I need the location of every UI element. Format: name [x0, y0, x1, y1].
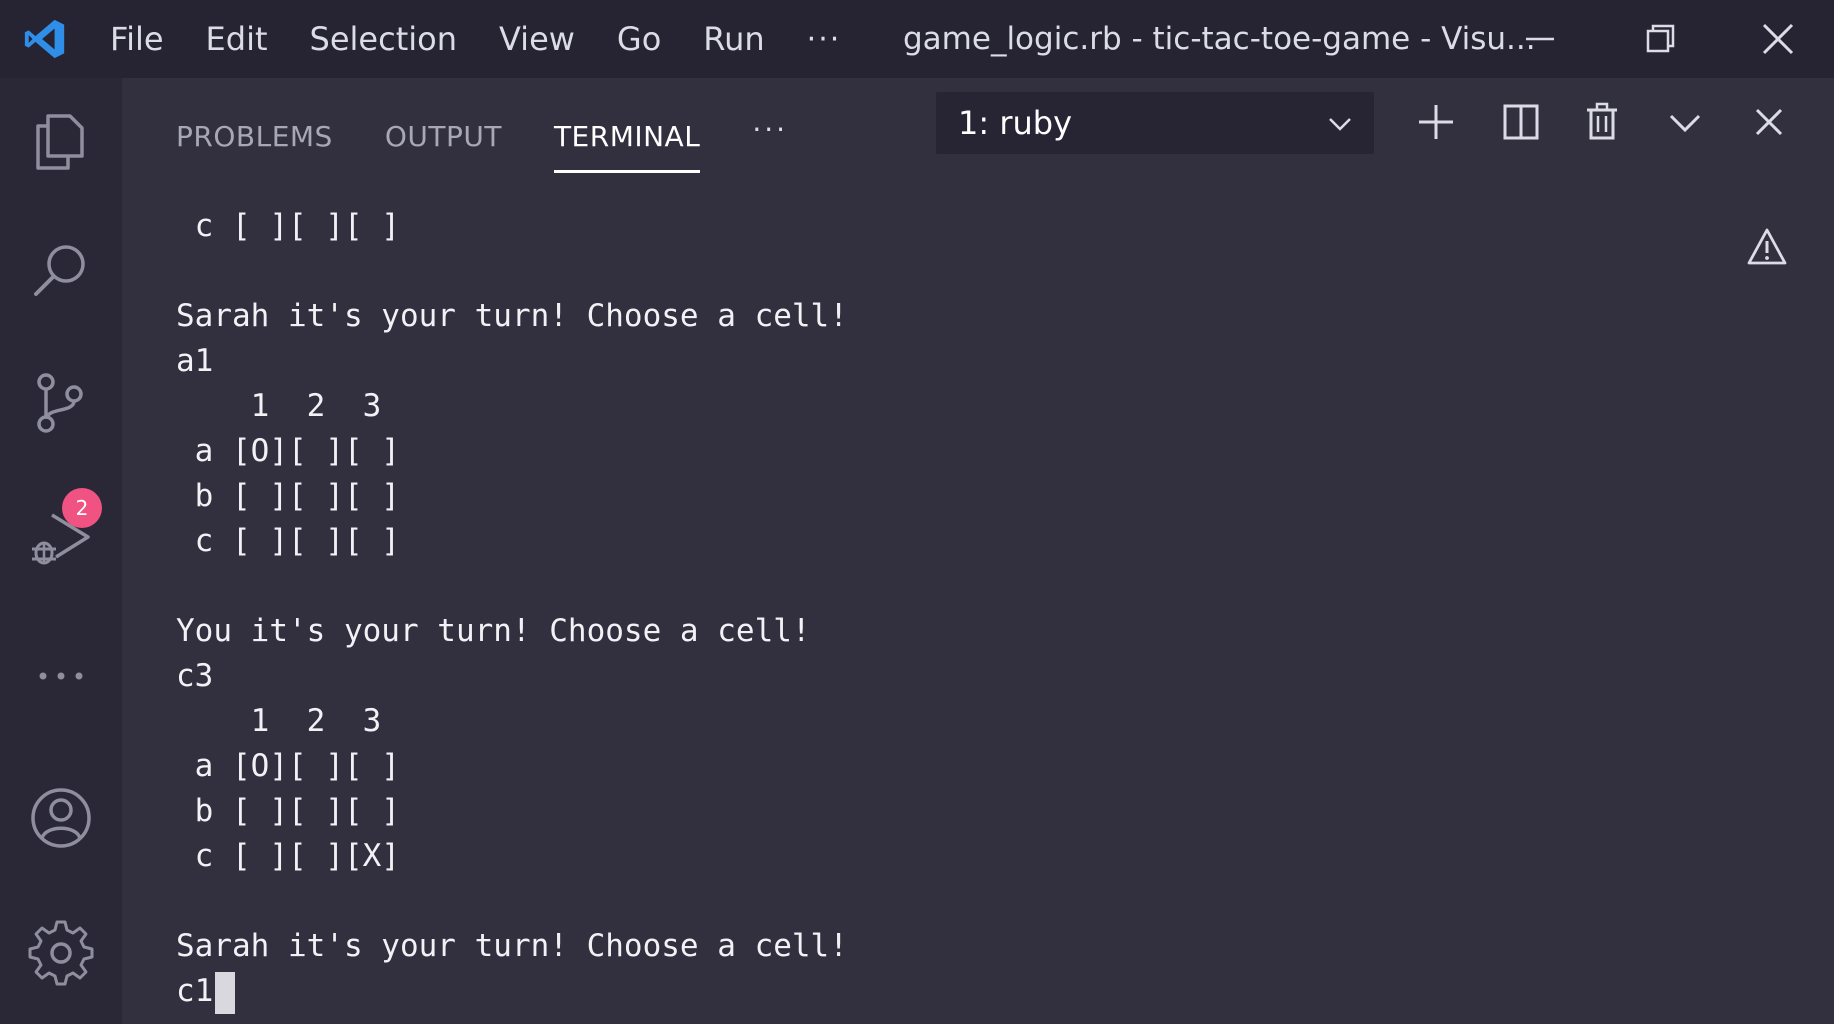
panel-more-icon[interactable]: ···: [752, 113, 788, 146]
terminal-panel: PROBLEMS OUTPUT TERMINAL ··· 1: ruby c […: [122, 78, 1834, 1024]
terminal-line: Sarah it's your turn! Choose a cell!: [176, 298, 848, 334]
warning-icon[interactable]: [1746, 226, 1788, 268]
more-icon[interactable]: [26, 641, 96, 711]
trash-icon[interactable]: [1580, 100, 1624, 144]
terminal-input-text: c1: [176, 973, 214, 1009]
terminal-input-line[interactable]: c1: [176, 969, 1676, 1014]
new-terminal-plus-icon[interactable]: [1414, 100, 1458, 144]
terminal-line: c3: [176, 658, 214, 694]
terminal-select-value: 1: ruby: [958, 104, 1072, 142]
close-panel-icon[interactable]: [1747, 100, 1791, 144]
close-window-icon[interactable]: [1758, 19, 1798, 59]
terminal-line: You it's your turn! Choose a cell!: [176, 613, 811, 649]
minimize-icon[interactable]: [1520, 19, 1560, 59]
menu-file[interactable]: File: [110, 20, 164, 58]
vscode-logo-icon: [24, 19, 65, 59]
terminal-line: c [ ][ ][X]: [176, 838, 400, 874]
account-icon[interactable]: [26, 783, 96, 853]
panel-tabs: PROBLEMS OUTPUT TERMINAL ···: [176, 102, 788, 173]
explorer-icon[interactable]: [26, 106, 96, 176]
terminal-select[interactable]: 1: ruby: [936, 92, 1374, 154]
terminal-cursor: [215, 971, 236, 1014]
menu-go[interactable]: Go: [617, 20, 661, 58]
terminal-line: c [ ][ ][ ]: [176, 523, 400, 559]
menu-selection[interactable]: Selection: [310, 20, 457, 58]
menu-view[interactable]: View: [499, 20, 575, 58]
tab-problems[interactable]: PROBLEMS: [176, 107, 333, 167]
activity-bar: 2: [0, 78, 122, 1024]
terminal-line: 1 2 3: [176, 703, 382, 739]
search-icon[interactable]: [26, 236, 96, 306]
menu-bar: File Edit Selection View Go Run ···: [110, 0, 841, 78]
window-title: game_logic.rb - tic-tac-toe-game - Visu.…: [903, 21, 1536, 57]
menu-edit[interactable]: Edit: [206, 20, 268, 58]
terminal-line: 1 2 3: [176, 388, 382, 424]
terminal-line: Sarah it's your turn! Choose a cell!: [176, 928, 848, 964]
maximize-panel-chevron-icon[interactable]: [1663, 100, 1707, 144]
terminal-line: a [O][ ][ ]: [176, 748, 400, 784]
terminal-line: b [ ][ ][ ]: [176, 793, 400, 829]
restore-icon[interactable]: [1640, 19, 1680, 59]
menu-run[interactable]: Run: [703, 20, 764, 58]
split-terminal-icon[interactable]: [1499, 100, 1543, 144]
terminal-line: c [ ][ ][ ]: [176, 208, 400, 244]
tab-terminal[interactable]: TERMINAL: [553, 107, 701, 173]
chevron-down-icon: [1329, 118, 1351, 131]
source-control-icon[interactable]: [26, 368, 96, 438]
terminal-line: a [O][ ][ ]: [176, 433, 400, 469]
terminal-line: a1: [176, 343, 214, 379]
run-debug-icon[interactable]: [26, 503, 96, 573]
menu-more-icon[interactable]: ···: [807, 22, 842, 57]
title-bar: File Edit Selection View Go Run ··· game…: [0, 0, 1834, 78]
settings-gear-icon[interactable]: [26, 918, 96, 988]
terminal-output[interactable]: c [ ][ ][ ] Sarah it's your turn! Choose…: [176, 204, 1676, 1014]
terminal-line: b [ ][ ][ ]: [176, 478, 400, 514]
tab-output[interactable]: OUTPUT: [385, 107, 502, 167]
